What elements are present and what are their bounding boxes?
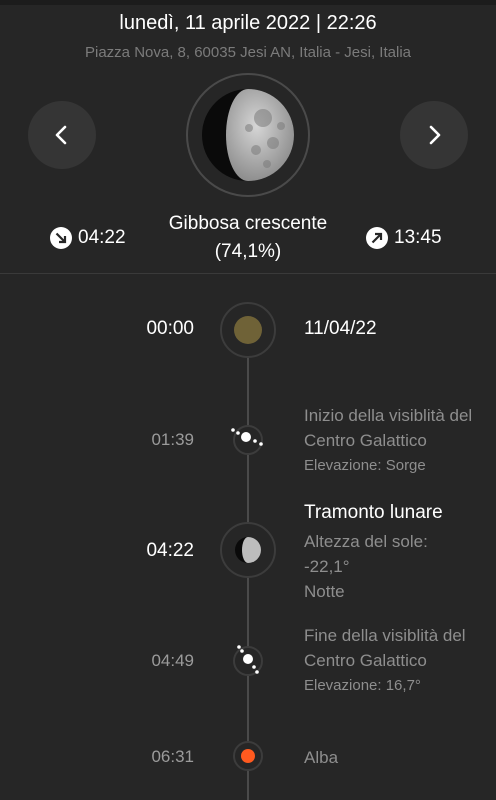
location-text[interactable]: Piazza Nova, 8, 60035 Jesi AN, Italia - … bbox=[0, 44, 496, 61]
galactic-center-icon bbox=[237, 645, 259, 674]
small-moon-icon bbox=[235, 537, 261, 563]
timeline-node-ring bbox=[220, 302, 276, 358]
next-day-button[interactable] bbox=[400, 101, 468, 169]
event-detail: -22,1° bbox=[304, 557, 350, 576]
moonset-node bbox=[220, 522, 276, 578]
event-title: Tramonto lunare bbox=[304, 502, 443, 523]
timeline-item: Inizio della visiblità del Centro Galatt… bbox=[304, 403, 494, 478]
galactic-center-node bbox=[231, 425, 263, 455]
moon-phase-icon bbox=[202, 89, 294, 181]
timeline-item: 11/04/22 bbox=[304, 316, 494, 341]
date-time-title: lunedì, 11 aprile 2022 | 22:26 bbox=[119, 12, 377, 34]
timeline-time: 00:00 bbox=[146, 318, 194, 339]
timeline-time: 01:39 bbox=[151, 430, 194, 449]
timeline-date: 11/04/22 bbox=[304, 318, 377, 339]
timeline-item: Fine della visiblità del Centro Galattic… bbox=[304, 623, 494, 698]
event-detail: Notte bbox=[304, 582, 345, 601]
event-title: Fine della visiblità del Centro Galattic… bbox=[304, 626, 466, 670]
event-title: Inizio della visiblità del Centro Galatt… bbox=[304, 406, 473, 450]
timeline-item: Tramonto lunare Altezza del sole: -22,1°… bbox=[304, 500, 494, 604]
sunrise-dot bbox=[241, 749, 255, 763]
galactic-center-node bbox=[233, 645, 263, 676]
event-detail: Altezza del sole: bbox=[304, 532, 428, 551]
sunrise-node bbox=[233, 741, 263, 771]
event-detail: Elevazione: 16,7° bbox=[304, 677, 421, 694]
section-divider bbox=[0, 273, 496, 274]
previous-day-button[interactable] bbox=[28, 101, 96, 169]
day-marker-dot bbox=[234, 316, 262, 344]
timeline-time: 06:31 bbox=[151, 747, 194, 766]
status-strip bbox=[0, 0, 496, 5]
moon-illumination: (74,1%) bbox=[214, 241, 282, 262]
galactic-center-icon bbox=[231, 428, 263, 446]
chevron-left-icon bbox=[55, 125, 67, 145]
chevron-right-icon bbox=[429, 125, 441, 145]
moon-phase-name: Gibbosa crescente bbox=[168, 213, 328, 234]
timeline-line bbox=[247, 356, 249, 800]
timeline-time: 04:49 bbox=[151, 651, 194, 670]
event-detail: Elevazione: Sorge bbox=[304, 457, 426, 474]
event-title: Alba bbox=[304, 748, 339, 767]
timeline-item: Alba bbox=[304, 745, 494, 770]
timeline-time: 04:22 bbox=[146, 540, 194, 561]
